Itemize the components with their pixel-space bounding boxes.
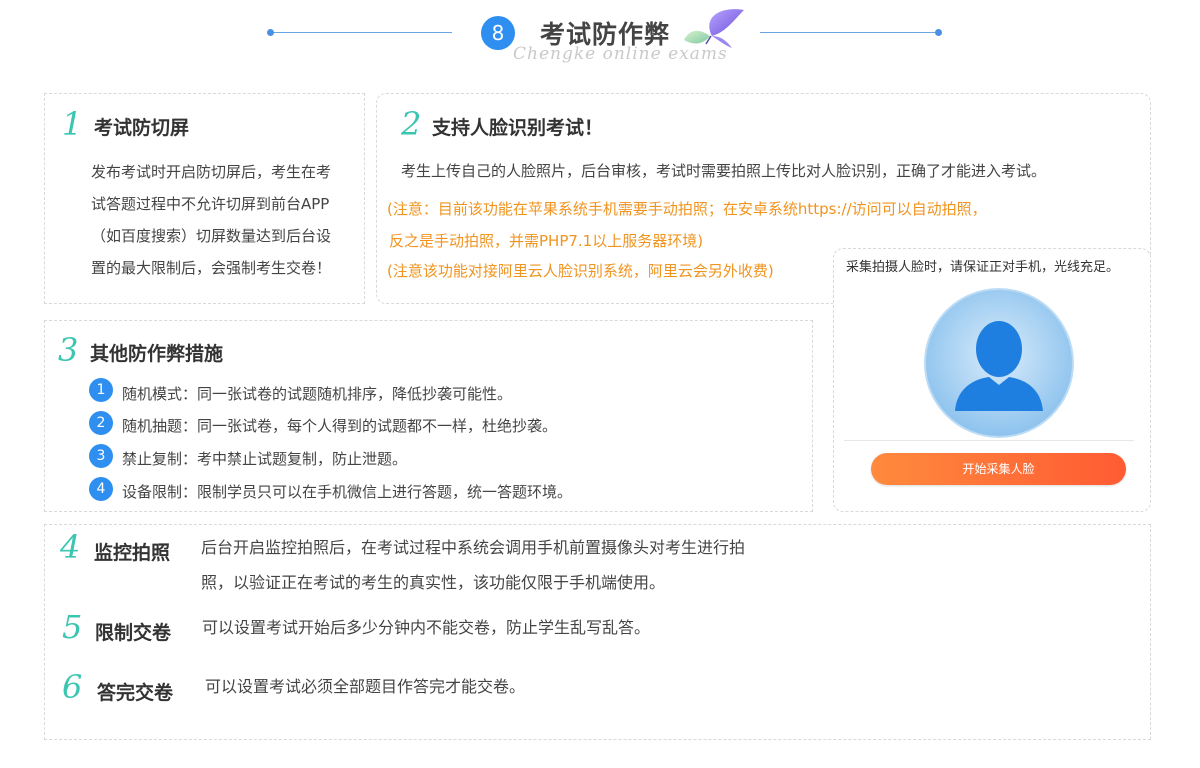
section-6-number: 6 xyxy=(62,668,83,706)
section-6-title: 答完交卷 xyxy=(97,682,174,704)
item-3-text: 禁止复制：考中禁止试题复制，防止泄题。 xyxy=(122,450,408,468)
section-4-number: 4 xyxy=(60,528,81,566)
section-1-line-3: （如百度搜索）切屏数量达到后台设 xyxy=(91,227,332,245)
item-1-text: 随机模式：同一张试卷的试题随机排序，降低抄袭可能性。 xyxy=(122,385,513,403)
section-4-title: 监控拍照 xyxy=(94,542,171,564)
section-3-number: 3 xyxy=(58,331,79,369)
section-2-number: 2 xyxy=(401,105,422,143)
section-5-text: 可以设置考试开始后多少分钟内不能交卷，防止学生乱写乱答。 xyxy=(202,618,651,637)
user-avatar-icon xyxy=(924,288,1074,438)
header-dot-right xyxy=(935,29,942,36)
face-capture-tip: 采集拍摄人脸时，请保证正对手机，光线充足。 xyxy=(846,260,1120,275)
section-1-line-4: 置的最大限制后，会强制考生交卷！ xyxy=(91,259,332,277)
section-4-line-2: 照，以验证正在考试的考生的真实性，该功能仅限于手机端使用。 xyxy=(201,573,666,592)
item-4-text: 设备限制：限制学员只可以在手机微信上进行答题，统一答题环境。 xyxy=(122,483,573,501)
section-2-note-2: 反之是手动拍照，并需PHP7.1以上服务器环境) xyxy=(389,232,704,250)
start-face-capture-button[interactable]: 开始采集人脸 xyxy=(871,453,1126,485)
section-1-title: 考试防切屏 xyxy=(94,117,190,139)
section-2-note-3: (注意该功能对接阿里云人脸识别系统，阿里云会另外收费) xyxy=(387,262,774,280)
section-2-note-1: (注意：目前该功能在苹果系统手机需要手动拍照；在安卓系统https://访问可以… xyxy=(387,200,987,218)
section-6-text: 可以设置考试必须全部题目作答完才能交卷。 xyxy=(205,677,526,696)
section-5-number: 5 xyxy=(62,608,83,646)
item-2-badge: 2 xyxy=(89,411,113,435)
item-4-badge: 4 xyxy=(89,477,113,501)
item-1-badge: 1 xyxy=(89,378,113,402)
section-number-badge: 8 xyxy=(481,16,515,50)
item-3-badge: 3 xyxy=(89,444,113,468)
section-1-number: 1 xyxy=(62,105,83,143)
header-dot-left xyxy=(267,29,274,36)
item-2-text: 随机抽题：同一张试卷，每个人得到的试题都不一样，杜绝抄袭。 xyxy=(122,417,558,435)
section-4-line-1: 后台开启监控拍照后，在考试过程中系统会调用手机前置摄像头对考生进行拍 xyxy=(201,538,746,557)
butterfly-icon xyxy=(684,9,744,48)
face-panel-divider xyxy=(844,440,1134,441)
section-2-text: 考生上传自己的人脸照片，后台审核，考试时需要拍照上传比对人脸识别，正确了才能进入… xyxy=(401,162,1047,180)
header-line-left xyxy=(270,32,452,33)
header-line-right xyxy=(760,32,938,33)
section-3-title: 其他防作弊措施 xyxy=(90,343,224,365)
section-2-title: 支持人脸识别考试！ xyxy=(432,117,604,139)
section-1-line-1: 发布考试时开启防切屏后，考生在考 xyxy=(91,163,332,181)
section-5-title: 限制交卷 xyxy=(95,622,172,644)
section-1-line-2: 试答题过程中不允许切屏到前台APP xyxy=(91,195,330,213)
